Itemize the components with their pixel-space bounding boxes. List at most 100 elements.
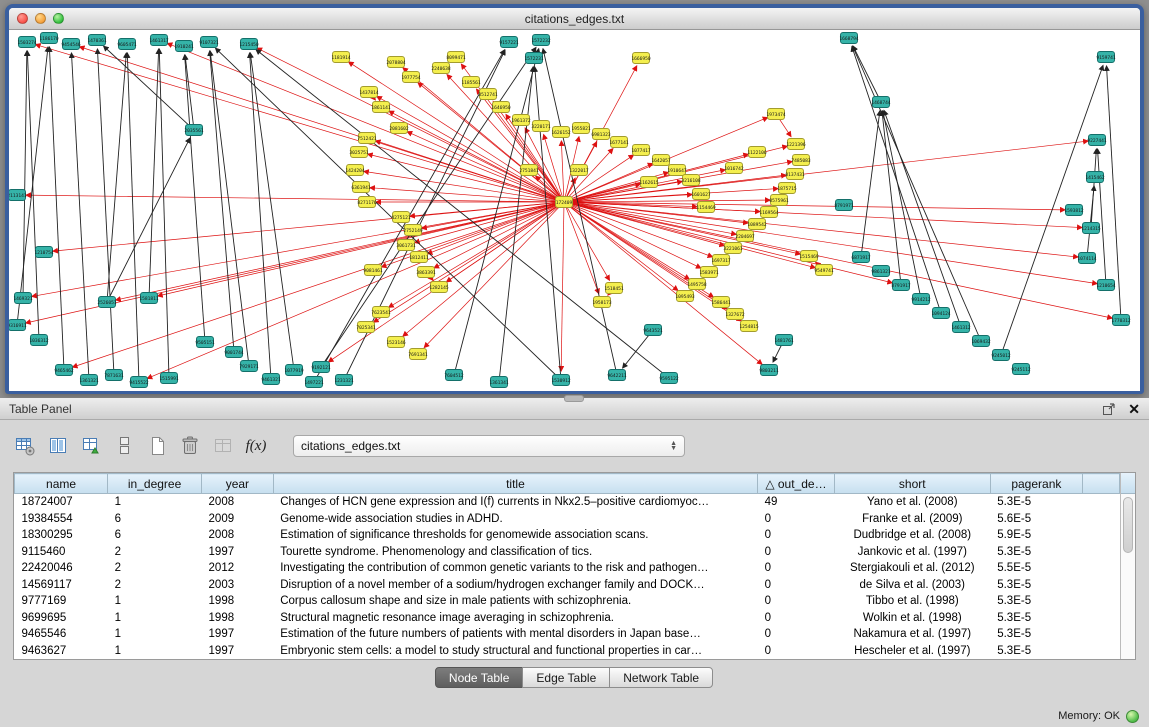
network-node[interactable]: 1581811 [139,293,159,304]
network-node[interactable]: 9642211 [607,370,627,381]
network-node[interactable]: 2240638 [431,63,451,74]
cell-blank[interactable] [1083,642,1120,659]
network-node[interactable]: 2526051 [97,297,117,308]
network-node[interactable]: 1361321 [79,375,99,386]
network-edge[interactable] [53,202,564,251]
scrollbar-thumb[interactable] [1123,497,1133,553]
cell-short[interactable]: Hescheler et al. (1997) [834,642,990,659]
network-edge[interactable] [564,202,1078,257]
column-header-name[interactable]: name [15,474,108,494]
cell-year[interactable]: 1997 [202,642,274,659]
network-node[interactable]: 6981323 [591,129,611,140]
cell-in_degree[interactable]: 1 [108,609,202,625]
table-row[interactable]: 1872400712008Changes of HCN gene express… [15,494,1120,511]
network-node[interactable]: 1642057 [651,155,671,166]
network-node[interactable]: 9803211 [759,365,779,376]
cell-name[interactable]: 19384554 [15,511,108,527]
network-node[interactable]: 1074114 [1077,253,1097,264]
network-node[interactable]: 1812411 [409,252,429,263]
cell-out_degree[interactable]: 0 [758,543,835,559]
network-node[interactable]: 9461321 [261,374,281,385]
network-node[interactable]: 8512741 [478,89,498,100]
network-edge[interactable] [149,49,159,298]
network-node[interactable]: 9595122 [659,373,679,384]
network-edge[interactable] [127,53,139,382]
network-node[interactable]: 1518451 [604,283,624,294]
cell-title[interactable]: Corpus callosum shape and size in male p… [273,593,757,609]
network-node[interactable]: 2204697 [735,231,755,242]
network-node[interactable]: 7512421 [357,133,377,144]
table-row[interactable]: 2242004622012Investigating the contribut… [15,560,1120,576]
cell-name[interactable]: 22420046 [15,560,108,576]
cell-blank[interactable] [1083,593,1120,609]
network-node[interactable]: 1910647 [667,165,687,176]
network-node[interactable]: 1977754 [401,72,421,83]
cell-year[interactable]: 2008 [202,527,274,543]
table-scrollbar[interactable] [1120,473,1135,659]
cell-in_degree[interactable]: 6 [108,527,202,543]
show-columns-button[interactable] [46,433,70,459]
cell-out_degree[interactable]: 0 [758,511,835,527]
cell-title[interactable]: Estimation of significance thresholds fo… [273,527,757,543]
cell-in_degree[interactable]: 1 [108,626,202,642]
network-node[interactable]: 1231321 [334,375,354,386]
network-node[interactable]: 9605471 [117,39,137,50]
network-node[interactable]: 172409 [556,197,573,208]
network-edge[interactable] [561,202,564,371]
network-edge[interactable] [159,49,169,378]
network-node[interactable]: 1415462 [1085,172,1105,183]
network-node[interactable]: 7929171 [239,361,259,372]
table-row[interactable]: 1938455462009Genome-wide association stu… [15,511,1120,527]
network-edge[interactable] [80,47,564,202]
cell-year[interactable]: 1997 [202,543,274,559]
cell-name[interactable]: 14569117 [15,576,108,592]
network-node[interactable]: 9861321 [871,266,891,277]
network-node[interactable]: 1185561 [461,77,481,88]
network-node[interactable]: 4275121 [391,212,411,223]
network-node[interactable]: 9081461 [363,265,383,276]
cell-blank[interactable] [1083,527,1120,543]
new-table-button[interactable] [145,433,169,459]
network-edge[interactable] [97,49,114,375]
network-node[interactable]: 1282145 [429,282,449,293]
cell-name[interactable]: 18724007 [15,494,108,511]
network-node[interactable]: 8791971 [834,200,854,211]
cell-blank[interactable] [1083,494,1120,511]
zoom-window-button[interactable] [53,13,64,24]
network-node[interactable]: 2078804 [386,57,406,68]
network-edge[interactable] [415,202,564,243]
network-node[interactable]: 1958173 [592,297,612,308]
network-node[interactable]: 1214315 [1081,223,1101,234]
table-row[interactable]: 1830029562008Estimation of significance … [15,527,1120,543]
column-header-blank[interactable] [1083,474,1120,494]
network-node[interactable]: 1495758 [687,279,707,290]
cell-blank[interactable] [1083,560,1120,576]
cell-in_degree[interactable]: 1 [108,642,202,659]
network-edge[interactable] [147,202,564,378]
network-node[interactable]: 1077919 [284,365,304,376]
network-edge[interactable] [1091,149,1096,228]
table-row[interactable]: 969969511998Structural magnetic resonanc… [15,609,1120,625]
network-node[interactable]: 3221061 [723,243,743,254]
network-node[interactable]: 1210654 [1096,280,1116,291]
network-node[interactable]: 3863391 [416,267,436,278]
cell-title[interactable]: Investigating the contribution of common… [273,560,757,576]
cell-pagerank[interactable]: 5.6E-5 [990,511,1082,527]
cell-short[interactable]: Dudbridge et al. (2008) [834,527,990,543]
network-node[interactable]: 9549741 [814,265,834,276]
network-node[interactable]: 9643521 [643,325,663,336]
network-node[interactable]: 1095493 [675,291,695,302]
network-node[interactable]: 1361341 [489,377,509,388]
table-settings-button[interactable] [13,433,37,459]
network-node[interactable]: 1875715 [777,183,797,194]
network-node[interactable]: 9914212 [911,294,931,305]
cell-blank[interactable] [1083,609,1120,625]
network-edge[interactable] [23,51,27,298]
network-node[interactable]: 1666950 [631,53,651,64]
minimize-window-button[interactable] [35,13,46,24]
row-height-button[interactable] [112,433,136,459]
network-node[interactable]: 1162615 [639,177,659,188]
network-node[interactable]: 8575961 [769,195,789,206]
network-node[interactable]: 7604512 [444,370,464,381]
network-edge[interactable] [853,46,881,102]
